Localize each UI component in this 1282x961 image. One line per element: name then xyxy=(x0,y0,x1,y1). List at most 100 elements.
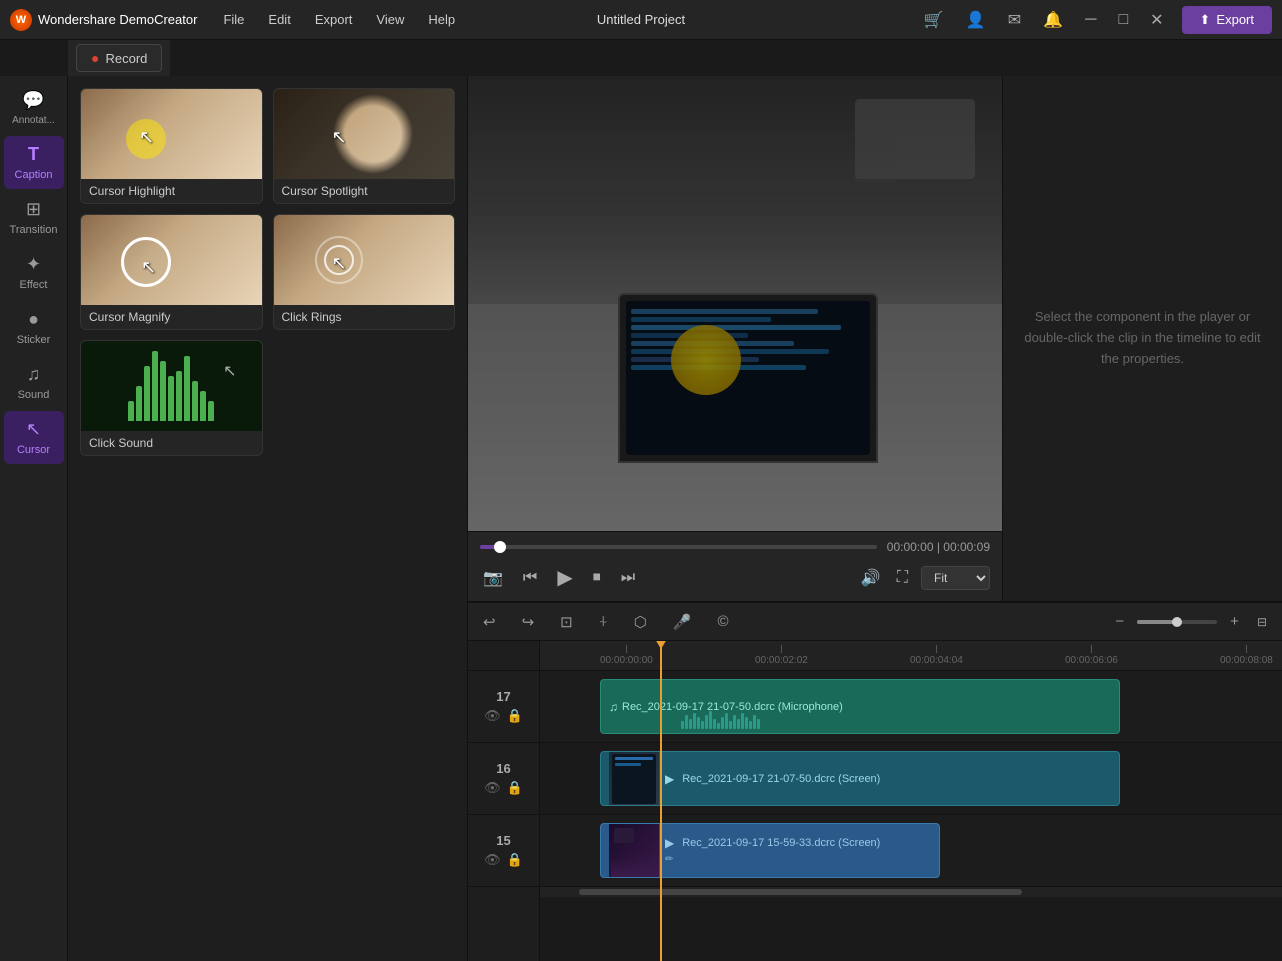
video-and-props: 00:00:00 | 00:00:09 📷 ⏮ ▶ ⏹ ⏭ 🔊 ⛶ xyxy=(468,76,1282,601)
progress-track[interactable] xyxy=(480,545,877,549)
sidebar-item-transition[interactable]: ⊞ Transition xyxy=(4,191,64,244)
effect-magnify-label: Cursor Magnify xyxy=(81,305,262,329)
mask-tool[interactable]: ⬡ xyxy=(629,610,652,634)
zoom-out-button[interactable]: − xyxy=(1110,610,1129,633)
crop-tool[interactable]: ⊡ xyxy=(555,610,578,634)
titlebar-left: W Wondershare DemoCreator File Edit Expo… xyxy=(10,8,465,31)
fit-select[interactable]: Fit 25% 50% 75% 100% xyxy=(921,566,990,590)
sidebar-item-sticker[interactable]: ● Sticker xyxy=(4,301,64,354)
volume-button[interactable]: 🔊 xyxy=(858,565,884,591)
effect-spotlight-label: Cursor Spotlight xyxy=(274,179,455,203)
track-16-icons: 👁 🔒 xyxy=(484,780,523,796)
track-num-16: 16 xyxy=(496,761,510,776)
ruler-label-2: 00:00:04:04 xyxy=(910,655,963,666)
cursor-effects-grid: ↖ Cursor Highlight ↖ Cursor Spotlight xyxy=(80,88,455,456)
sidebar-item-cursor[interactable]: ↖ Cursor xyxy=(4,411,64,464)
stop-button[interactable]: ⏹ xyxy=(590,566,604,590)
h-scrollbar[interactable] xyxy=(540,887,1282,897)
ruler-tick-0: 00:00:00:00 xyxy=(600,641,653,666)
clip-audio-17[interactable]: ♫ Rec_2021-09-17 21-07-50.dcrc (Micropho… xyxy=(600,679,1120,734)
sidebar-label-sticker: Sticker xyxy=(17,334,51,346)
menu-edit[interactable]: Edit xyxy=(258,8,300,31)
track-15-eye[interactable]: 👁 xyxy=(484,852,501,868)
effect-cursor-spotlight[interactable]: ↖ Cursor Spotlight xyxy=(273,88,456,204)
sound-icon: ♫ xyxy=(27,364,41,385)
zoom-controls: − + ⊟ xyxy=(1110,610,1272,633)
redo-button[interactable]: ↪ xyxy=(517,610,540,634)
ruler-label-3: 00:00:06:06 xyxy=(1065,655,1118,666)
user-icon[interactable]: 👤 xyxy=(962,8,990,32)
mail-icon[interactable]: ✉ xyxy=(1004,8,1025,32)
track-label-15: 15 👁 🔒 xyxy=(468,815,539,887)
track-17-lock[interactable]: 🔒 xyxy=(507,708,523,724)
mic-tool[interactable]: 🎤 xyxy=(668,610,697,634)
titlebar: W Wondershare DemoCreator File Edit Expo… xyxy=(0,0,1282,40)
effect-cursor-highlight[interactable]: ↖ Cursor Highlight xyxy=(80,88,263,204)
sidebar-label-transition: Transition xyxy=(10,224,58,236)
track-labels: 17 👁 🔒 16 👁 🔒 xyxy=(468,641,540,961)
maximize-icon[interactable]: □ xyxy=(1114,9,1132,31)
undo-button[interactable]: ↩ xyxy=(478,610,501,634)
titlebar-right: 🛒 👤 ✉ 🔔 ─ □ ✕ ⬆ Export xyxy=(920,6,1272,34)
track-15-lock[interactable]: 🔒 xyxy=(507,852,523,868)
effect-sound-label: Click Sound xyxy=(81,431,262,455)
project-title: Untitled Project xyxy=(597,12,685,27)
sidebar-label-sound: Sound xyxy=(18,389,50,401)
zoom-in-button[interactable]: + xyxy=(1225,610,1244,633)
track-num-17: 17 xyxy=(496,689,510,704)
track-17-icons: 👁 🔒 xyxy=(484,708,523,724)
bell-icon[interactable]: 🔔 xyxy=(1039,8,1067,32)
sidebar-item-annotation[interactable]: 💬 Annotat... xyxy=(4,82,64,134)
menu-view[interactable]: View xyxy=(366,8,414,31)
close-icon[interactable]: ✕ xyxy=(1146,8,1167,32)
zoom-thumb[interactable] xyxy=(1172,617,1182,627)
timeline-toolbar: ↩ ↪ ⊡ ⍭ ⬡ 🎤 © − + ⊟ xyxy=(468,603,1282,641)
effect-rings-thumbnail: ↖ xyxy=(274,215,455,305)
effect-click-sound[interactable]: ↖ Click Sound xyxy=(80,340,263,456)
track-16-eye[interactable]: 👁 xyxy=(484,780,501,796)
video-preview xyxy=(468,76,1002,531)
view-controls: 🔊 ⛶ Fit 25% 50% 75% 100% xyxy=(858,565,990,591)
video-area: 00:00:00 | 00:00:09 📷 ⏮ ▶ ⏹ ⏭ 🔊 ⛶ xyxy=(468,76,1002,601)
effect-highlight-thumbnail: ↖ xyxy=(81,89,262,179)
copyright-tool[interactable]: © xyxy=(713,610,734,633)
effect-click-rings[interactable]: ↖ Click Rings xyxy=(273,214,456,330)
menu-export[interactable]: Export xyxy=(305,8,363,31)
play-button[interactable]: ▶ xyxy=(554,562,575,593)
fit-timeline-button[interactable]: ⊟ xyxy=(1252,612,1272,632)
screenshot-button[interactable]: 📷 xyxy=(480,565,506,591)
sidebar-item-caption[interactable]: T Caption xyxy=(4,136,64,189)
sidebar-item-sound[interactable]: ♫ Sound xyxy=(4,356,64,409)
split-tool[interactable]: ⍭ xyxy=(594,610,613,633)
menu-help[interactable]: Help xyxy=(418,8,465,31)
timeline-tracks: 00:00:00:00 00:00:02:02 00:00:04:04 xyxy=(540,641,1282,961)
progress-bar-container: 00:00:00 | 00:00:09 xyxy=(480,540,990,554)
effect-cursor-magnify[interactable]: ↖ Cursor Magnify xyxy=(80,214,263,330)
menu-file[interactable]: File xyxy=(213,8,254,31)
progress-thumb[interactable] xyxy=(494,541,506,553)
app-name: Wondershare DemoCreator xyxy=(38,12,197,27)
minimize-icon[interactable]: ─ xyxy=(1081,9,1100,31)
zoom-slider[interactable] xyxy=(1137,620,1217,624)
time-display: 00:00:00 | 00:00:09 xyxy=(887,540,990,554)
sidebar-label-caption: Caption xyxy=(15,169,53,181)
scrollbar-thumb-h[interactable] xyxy=(579,889,1022,895)
cart-icon[interactable]: 🛒 xyxy=(920,8,948,32)
clip-thumb-16 xyxy=(609,751,659,806)
export-button[interactable]: ⬆ Export xyxy=(1182,6,1272,34)
track-16-lock[interactable]: 🔒 xyxy=(507,780,523,796)
record-button[interactable]: ● Record xyxy=(76,44,162,72)
fullscreen-button[interactable]: ⛶ xyxy=(894,566,911,590)
track-15-icons: 👁 🔒 xyxy=(484,852,523,868)
ruler-tick-4: 00:00:08:08 xyxy=(1220,641,1273,666)
skip-back-button[interactable]: ⏮ xyxy=(520,566,540,590)
skip-forward-button[interactable]: ⏭ xyxy=(618,566,638,590)
sidebar-label-annotation: Annotat... xyxy=(12,115,55,126)
sidebar-item-effect[interactable]: ✦ Effect xyxy=(4,246,64,299)
clip-screen-16[interactable]: ▶ Rec_2021-09-17 21-07-50.dcrc (Screen) xyxy=(600,751,1120,806)
clip-screen-15[interactable]: ▶ Rec_2021-09-17 15-59-33.dcrc (Screen) … xyxy=(600,823,940,878)
left-sidebar: 💬 Annotat... T Caption ⊞ Transition ✦ Ef… xyxy=(0,76,68,961)
track-17-eye[interactable]: 👁 xyxy=(484,708,501,724)
annotation-icon: 💬 xyxy=(22,90,44,111)
timeline-ruler: 00:00:00:00 00:00:02:02 00:00:04:04 xyxy=(540,641,1282,671)
